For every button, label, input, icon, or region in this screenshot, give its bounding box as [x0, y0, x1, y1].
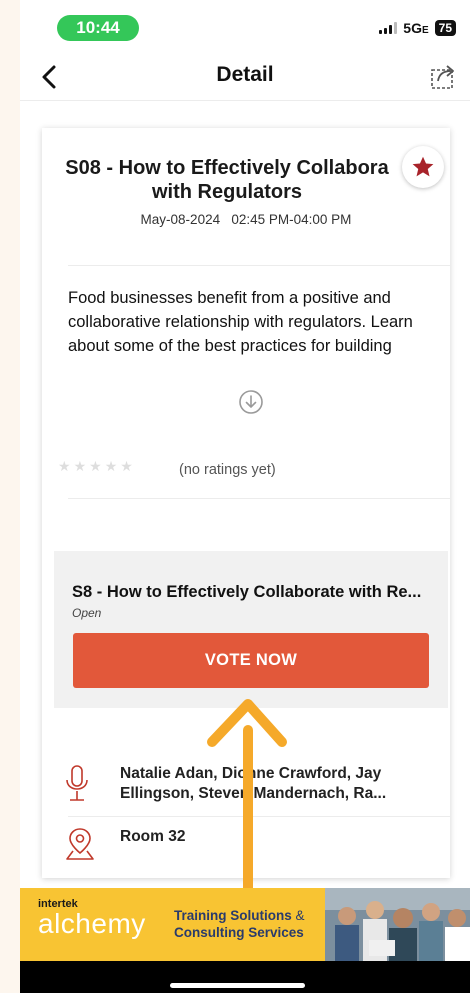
page-title: Detail [216, 63, 274, 86]
chevron-down-circle-icon [239, 390, 263, 414]
microphone-icon [66, 765, 88, 801]
banner-photo [325, 888, 470, 961]
session-date: May-08-2024 [140, 212, 221, 227]
rating-star[interactable]: ★ [120, 458, 133, 475]
divider [68, 498, 450, 499]
app-screen: 10:44 5GE 75 Detail S08 - How to Effecti… [20, 0, 470, 993]
rating-star[interactable]: ★ [58, 458, 71, 475]
rating-star[interactable]: ★ [105, 458, 118, 475]
annotation-arrow-icon [207, 699, 287, 920]
expand-description-button[interactable] [238, 389, 264, 415]
banner-tagline: Training Solutions & Consulting Services [174, 908, 305, 940]
session-description: Food businesses benefit from a positive … [68, 289, 413, 355]
survey-title: S8 - How to Effectively Collaborate with… [72, 583, 422, 601]
share-icon [431, 65, 454, 89]
rating-stars[interactable]: ★ ★ ★ ★ ★ [58, 458, 133, 475]
star-icon [412, 156, 434, 177]
divider [68, 265, 450, 266]
rating-star[interactable]: ★ [89, 458, 102, 475]
favorite-button[interactable] [402, 146, 444, 188]
home-indicator[interactable] [170, 983, 305, 988]
share-button[interactable] [426, 59, 460, 93]
signal-icon [379, 22, 398, 34]
survey-status: Open [72, 606, 102, 620]
room-label: Room 32 [120, 828, 186, 845]
home-bar [20, 961, 470, 993]
session-title-line1: S08 - How to Effectively Collabora [65, 157, 389, 179]
network-label: 5GE [403, 20, 429, 36]
session-title-line2: with Regulators [151, 181, 302, 203]
vote-now-button[interactable]: VOTE NOW [73, 633, 429, 688]
session-time: 02:45 PM-04:00 PM [231, 212, 352, 227]
brand-logo: alchemy [38, 908, 146, 939]
status-indicators: 5GE 75 [379, 20, 456, 36]
battery-icon: 75 [434, 20, 456, 36]
status-time: 10:44 [57, 15, 139, 41]
rating-label: (no ratings yet) [179, 462, 276, 478]
session-datetime: May-08-2024 02:45 PM-04:00 PM [42, 212, 450, 227]
map-pin-icon [66, 828, 94, 860]
session-title: S08 - How to Effectively Collabora with … [62, 156, 392, 204]
rating-star[interactable]: ★ [74, 458, 87, 475]
survey-panel: S8 - How to Effectively Collaborate with… [54, 551, 448, 708]
nav-bar: Detail [20, 55, 470, 101]
ad-banner[interactable]: intertek alchemy Training Solutions & Co… [20, 888, 470, 961]
